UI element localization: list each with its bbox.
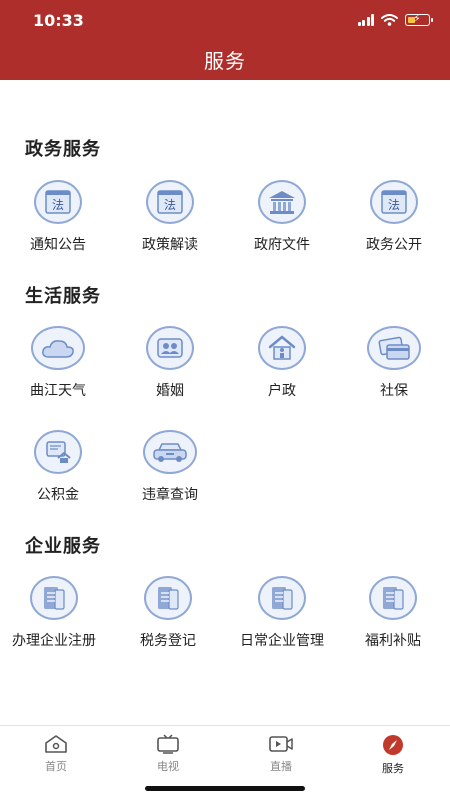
law-book-icon: 法 (146, 180, 194, 224)
service-item-gov-open[interactable]: 法 政务公开 (338, 180, 450, 254)
law-book-icon: 法 (34, 180, 82, 224)
service-item-marriage[interactable]: 婚姻 (114, 326, 226, 400)
tab-live[interactable]: 直播 (225, 734, 337, 774)
service-item-household[interactable]: 户政 (226, 326, 338, 400)
housing-fund-icon (34, 430, 82, 474)
service-item-company-registration[interactable]: 办理企业注册 (0, 576, 110, 650)
service-item-label: 政务公开 (366, 237, 422, 253)
document-icon (144, 576, 192, 620)
section-title-government: 政务服务 (25, 139, 101, 160)
wifi-icon (381, 14, 398, 26)
live-video-icon (269, 736, 293, 752)
home-icon (45, 735, 67, 753)
service-item-label: 社保 (380, 383, 408, 399)
government-building-icon (258, 180, 306, 224)
couple-icon (146, 326, 194, 370)
household-icon (258, 326, 306, 370)
service-item-gov-docs[interactable]: 政府文件 (226, 180, 338, 254)
service-item-welfare-subsidy[interactable]: 福利补贴 (337, 576, 449, 650)
service-item-label: 税务登记 (140, 633, 196, 649)
document-icon (258, 576, 306, 620)
status-bar: 10:33 ⚡ (0, 0, 450, 44)
law-glyph: 法 (52, 198, 64, 212)
tab-services[interactable]: 服务 (337, 734, 449, 776)
tab-label: 服务 (382, 762, 404, 775)
service-item-label: 日常企业管理 (240, 633, 324, 649)
header-bar: 10:33 ⚡ 服务 (0, 0, 450, 80)
document-icon (30, 576, 78, 620)
service-item-traffic-violation[interactable]: 违章查询 (114, 430, 226, 504)
service-item-label: 通知公告 (30, 237, 86, 253)
law-glyph: 法 (388, 198, 400, 212)
law-book-icon: 法 (370, 180, 418, 224)
service-item-label: 政府文件 (254, 237, 310, 253)
section-title-enterprise: 企业服务 (25, 536, 101, 557)
social-security-card-icon (367, 326, 421, 370)
cellular-signal-icon (357, 14, 374, 26)
cloud-icon (31, 326, 85, 370)
status-time: 10:33 (33, 11, 84, 30)
service-item-label: 违章查询 (142, 487, 198, 503)
service-item-social-security[interactable]: 社保 (338, 326, 450, 400)
service-item-label: 婚姻 (156, 383, 184, 399)
service-item-tax-registration[interactable]: 税务登记 (112, 576, 224, 650)
service-item-notice[interactable]: 法 通知公告 (2, 180, 114, 254)
service-item-label: 公积金 (37, 487, 79, 503)
service-item-company-management[interactable]: 日常企业管理 (226, 576, 338, 650)
service-item-label: 福利补贴 (365, 633, 421, 649)
car-icon (143, 430, 197, 474)
document-icon (369, 576, 417, 620)
status-icons: ⚡ (357, 13, 433, 26)
page-title: 服务 (204, 49, 246, 73)
battery-icon: ⚡ (405, 13, 433, 26)
service-item-label: 户政 (268, 383, 296, 399)
tab-home[interactable]: 首页 (0, 734, 112, 774)
service-item-label: 曲江天气 (30, 383, 86, 399)
home-indicator (145, 786, 305, 791)
service-item-weather[interactable]: 曲江天气 (2, 326, 114, 400)
service-item-housing-fund[interactable]: 公积金 (2, 430, 114, 504)
tab-label: 首页 (45, 760, 67, 773)
tv-icon (157, 734, 179, 754)
compass-icon (383, 735, 403, 755)
tab-label: 直播 (270, 760, 292, 773)
service-item-policy[interactable]: 法 政策解读 (114, 180, 226, 254)
section-title-life: 生活服务 (25, 286, 101, 307)
service-item-label: 办理企业注册 (12, 633, 96, 649)
law-glyph: 法 (164, 198, 176, 212)
service-item-label: 政策解读 (142, 237, 198, 253)
tab-tv[interactable]: 电视 (112, 734, 224, 774)
tab-label: 电视 (157, 760, 179, 773)
